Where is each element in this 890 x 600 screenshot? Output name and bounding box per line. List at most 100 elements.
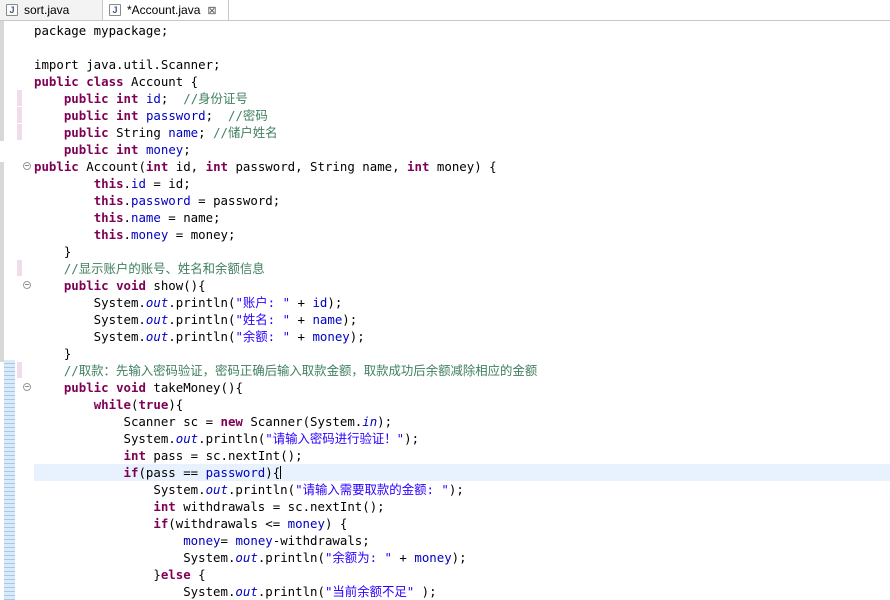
code-token: package mypackage; xyxy=(34,23,169,38)
code-line[interactable]: public Account(int id, int password, Str… xyxy=(34,158,497,175)
code-token: .println( xyxy=(198,431,266,446)
tab-account-java[interactable]: J *Account.java ⊠ xyxy=(103,0,229,20)
change-marker-bar xyxy=(4,360,15,600)
text-caret xyxy=(280,466,282,479)
code-token: ); xyxy=(404,431,420,446)
code-token: money xyxy=(312,329,350,344)
code-token: . xyxy=(123,210,131,225)
code-editor[interactable]: package mypackage; import java.util.Scann… xyxy=(34,21,890,600)
code-line[interactable]: }else { xyxy=(34,566,206,583)
code-line[interactable]: System.out.println("姓名: " + name); xyxy=(34,311,358,328)
code-token: out xyxy=(235,550,258,565)
fold-collapse-icon[interactable]: − xyxy=(23,383,31,391)
fold-collapse-icon[interactable]: − xyxy=(23,281,31,289)
ruler-mark xyxy=(0,162,4,362)
code-token: class xyxy=(86,74,124,89)
code-token: out xyxy=(205,482,228,497)
code-line[interactable]: public int id; //身份证号 xyxy=(34,90,248,107)
code-token: Account { xyxy=(123,74,199,89)
code-token: int xyxy=(205,159,228,174)
code-token: ){ xyxy=(168,397,184,412)
code-token: ); xyxy=(448,482,464,497)
code-token: money) { xyxy=(429,159,497,174)
code-line[interactable]: this.name = name; xyxy=(34,209,221,226)
code-token: int xyxy=(153,499,176,514)
code-token: out xyxy=(235,584,258,599)
code-line[interactable]: public class Account { xyxy=(34,73,198,90)
code-line[interactable]: if(pass == password){ xyxy=(34,464,890,481)
code-line[interactable]: money= money-withdrawals; xyxy=(34,532,370,549)
code-line[interactable]: this.money = money; xyxy=(34,226,236,243)
code-line[interactable]: if(withdrawals <= money) { xyxy=(34,515,347,532)
code-line[interactable]: System.out.println("余额: " + money); xyxy=(34,328,365,345)
code-token: . xyxy=(123,176,131,191)
code-token: -withdrawals; xyxy=(272,533,370,548)
code-token: .println( xyxy=(168,312,236,327)
code-line[interactable]: package mypackage; xyxy=(34,22,168,39)
code-line[interactable]: } xyxy=(34,345,71,362)
code-line[interactable]: public void show(){ xyxy=(34,277,206,294)
code-token: id xyxy=(131,176,146,191)
code-line[interactable]: Scanner sc = new Scanner(System.in); xyxy=(34,413,393,430)
code-line[interactable]: public String name; //储户姓名 xyxy=(34,124,278,141)
java-file-icon: J xyxy=(6,4,18,16)
code-token: } xyxy=(34,244,72,259)
tab-sort-java[interactable]: J sort.java xyxy=(0,0,103,20)
code-token: int xyxy=(407,159,430,174)
code-line[interactable]: this.id = id; xyxy=(34,175,191,192)
code-token: money xyxy=(414,550,452,565)
code-line[interactable]: public int password; //密码 xyxy=(34,107,268,124)
code-token: else xyxy=(160,567,191,582)
code-token: this xyxy=(93,210,124,225)
code-line[interactable]: System.out.println("请输入需要取款的金额: "); xyxy=(34,481,464,498)
code-token: { xyxy=(190,567,206,582)
code-token: ; xyxy=(183,142,191,157)
code-token: //密码 xyxy=(228,108,268,123)
code-token: money xyxy=(235,533,273,548)
code-token: int xyxy=(116,142,139,157)
quick-diff-marker xyxy=(17,90,22,106)
code-token: ; xyxy=(198,125,214,140)
code-line[interactable]: int withdrawals = sc.nextInt(); xyxy=(34,498,384,515)
code-line[interactable]: System.out.println("账户: " + id); xyxy=(34,294,343,311)
code-line[interactable]: import java.util.Scanner; xyxy=(34,56,221,73)
code-token: = password; xyxy=(190,193,281,208)
code-token: public xyxy=(34,159,79,174)
code-line[interactable]: } xyxy=(34,243,71,260)
code-token: if xyxy=(123,465,139,480)
code-line[interactable]: System.out.println("余额为: " + money); xyxy=(34,549,466,566)
code-line[interactable]: this.password = password; xyxy=(34,192,281,209)
code-line[interactable]: System.out.println("请输入密码进行验证！"); xyxy=(34,430,420,447)
code-line[interactable]: //显示账户的账号、姓名和余额信息 xyxy=(34,260,265,277)
code-token: in xyxy=(362,414,378,429)
code-line[interactable]: public void takeMoney(){ xyxy=(34,379,243,396)
close-tab-icon[interactable]: ⊠ xyxy=(207,4,216,17)
code-line[interactable]: while(true){ xyxy=(34,396,184,413)
code-token: Scanner(System. xyxy=(242,414,363,429)
code-token: import java.util.Scanner; xyxy=(34,57,221,72)
code-line[interactable]: System.out.println("当前余额不足" ); xyxy=(34,583,436,600)
code-token: + xyxy=(290,312,313,327)
code-token: . xyxy=(123,193,131,208)
code-token: password xyxy=(145,108,206,123)
code-line[interactable]: public int money; xyxy=(34,141,191,158)
code-token: + xyxy=(391,550,415,565)
code-token: true xyxy=(138,397,169,412)
code-token: "当前余额不足" xyxy=(324,584,415,599)
code-line[interactable]: //取款：先输入密码验证，密码正确后输入取款金额，取款成功后余额减除相应的金额 xyxy=(34,362,537,379)
java-file-icon: J xyxy=(109,4,121,16)
fold-collapse-icon[interactable]: − xyxy=(23,162,31,170)
code-token: out xyxy=(145,329,169,344)
code-token: "账户: " xyxy=(235,295,291,310)
code-line[interactable]: int pass = sc.nextInt(); xyxy=(34,447,303,464)
code-token: .println( xyxy=(168,295,236,310)
code-token: id, xyxy=(168,159,206,174)
code-token: name xyxy=(168,125,199,140)
